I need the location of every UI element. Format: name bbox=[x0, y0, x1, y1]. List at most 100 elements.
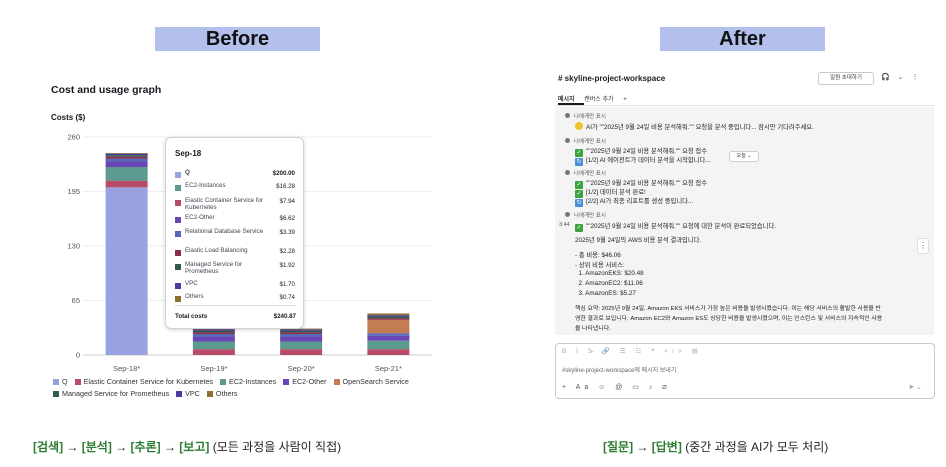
visibility-note: 나에게만 표시 bbox=[565, 137, 606, 145]
bar-segment bbox=[367, 318, 410, 320]
legend-swatch bbox=[333, 379, 340, 385]
chart-tooltip: Sep-18 Q $200.00 EC2-Instances $16.28 Elasti… bbox=[165, 137, 304, 329]
composer-actions[interactable]: + Aa ☺ @ ▭ ♪ ⧄ bbox=[562, 383, 671, 392]
message-timestamp[interactable]: 3:44 bbox=[559, 222, 570, 228]
message-text: 나에게만 표시 bbox=[574, 171, 606, 177]
tooltip-title: Sep-18 bbox=[175, 149, 202, 158]
caption-step: [추론] bbox=[130, 440, 161, 454]
y-tick-label: 65 bbox=[72, 296, 80, 305]
tooltip-row-value: $3.39 bbox=[279, 229, 295, 236]
invite-member-button[interactable]: 일원 초대하기 bbox=[818, 72, 874, 85]
message-text: ""2025년 9월 24일 비용 분석해줘."" 요청에 대한 분석이 완료되… bbox=[586, 223, 776, 230]
tab-messages[interactable]: 메시지 bbox=[558, 94, 575, 103]
bar-segment bbox=[367, 316, 410, 319]
legend-label: Elastic Container Service for Kubernetes bbox=[83, 377, 214, 386]
legend-label: OpenSearch Service bbox=[342, 377, 409, 386]
visibility-note: 나에게만 표시 bbox=[565, 169, 606, 177]
message-composer[interactable]: B I S̶ 🔗 ☰ ☷ ❝ </> ▤ #skyline-project-wo… bbox=[555, 343, 935, 399]
bar-segment bbox=[192, 332, 235, 335]
send-icon[interactable]: ➤ ⌄ bbox=[908, 383, 922, 391]
report-line: - 상위 비용 서비스: bbox=[575, 262, 625, 269]
header-icons[interactable]: 🎧 ⌄ ⋮ bbox=[881, 73, 921, 81]
bar-segment bbox=[105, 153, 148, 154]
legend-item[interactable]: Managed Service for Prometheus bbox=[53, 389, 169, 398]
tooltip-row-value: $0.74 bbox=[279, 294, 295, 301]
series-swatch bbox=[175, 231, 181, 237]
report-title: 2025년 9월 24일의 AWS 비용 분석 결과입니다. bbox=[575, 237, 702, 244]
visibility-note: 나에게만 표시 bbox=[565, 112, 606, 120]
y-tick-label: 195 bbox=[67, 187, 80, 196]
tooltip-row-label: Others bbox=[185, 293, 204, 300]
more-options-icon[interactable]: ⋮ bbox=[917, 238, 929, 254]
message-text: AI가 ""2025년 9월 24일 비용 분석해줘."" 요청을 분석 중입니… bbox=[586, 124, 814, 131]
legend-swatch bbox=[74, 379, 81, 385]
legend-label: VPC bbox=[185, 389, 200, 398]
tooltip-row-label: Q bbox=[185, 169, 190, 176]
tab-add[interactable]: + bbox=[623, 97, 627, 103]
tab-add-canvas[interactable]: 캔버스 추가 bbox=[584, 94, 613, 103]
bar-segment bbox=[280, 341, 323, 350]
bar-segment bbox=[367, 319, 410, 334]
series-swatch bbox=[175, 172, 181, 178]
caption-note: (모든 과정을 사람이 직접) bbox=[212, 440, 342, 454]
eye-icon bbox=[565, 113, 570, 118]
legend-label: EC2-Instances bbox=[229, 377, 277, 386]
tooltip-total-label: Total costs bbox=[175, 313, 208, 320]
message-text: 나에게만 표시 bbox=[574, 139, 606, 145]
caption-note: (중간 과정을 AI가 모두 처리) bbox=[685, 440, 829, 454]
tooltip-row: Elastic Container Service for Kubernetes… bbox=[175, 197, 295, 211]
series-swatch bbox=[175, 200, 181, 206]
bar-segment bbox=[367, 349, 410, 355]
tooltip-row-value: $200.00 bbox=[272, 170, 295, 177]
message-text: [1/2] 데이터 분석 완료! bbox=[586, 189, 646, 196]
series-swatch bbox=[175, 283, 181, 289]
message-text: [1/2] AI 에이전트가 데이터 분석을 시작합니다... bbox=[586, 157, 711, 164]
legend-item[interactable]: VPC bbox=[176, 389, 200, 398]
tooltip-row-label: VPC bbox=[185, 280, 198, 287]
legend-item[interactable]: Others bbox=[206, 389, 237, 398]
tooltip-row-value: $1.92 bbox=[279, 262, 295, 269]
formatting-toolbar[interactable]: B I S̶ 🔗 ☰ ☷ ❝ </> ▤ bbox=[562, 347, 702, 355]
message-input[interactable]: #skyline-project-workspace에 메시지 보내기 bbox=[562, 365, 676, 374]
legend-label: Q bbox=[62, 377, 68, 386]
message-text: ""2025년 9월 24일 비용 분석해줘."" 요청 접수 bbox=[586, 148, 708, 155]
eye-icon bbox=[565, 170, 570, 175]
message-line: AI가 ""2025년 9월 24일 비용 분석해줘."" 요청을 분석 중입니… bbox=[575, 122, 814, 131]
summary-line: 핵심 요약: 2025년 9월 24일, Amazon EKS 서비스가 가장 … bbox=[575, 306, 881, 312]
bar-segment bbox=[105, 156, 148, 159]
y-axis-title: Costs ($) bbox=[51, 113, 86, 122]
bar-segment bbox=[105, 155, 148, 157]
message-line: ✓ ""2025년 9월 24일 비용 분석해줘."" 요청에 대한 분석이 완료… bbox=[575, 221, 776, 232]
thinking-face-icon bbox=[575, 122, 583, 130]
refresh-icon: ↻ bbox=[575, 158, 583, 166]
arrow-icon: → bbox=[115, 440, 128, 454]
message-text: [2/2] AI가 최종 리포트를 생성 중입니다... bbox=[586, 198, 694, 205]
tooltip-row: EC2-Other $6.62 bbox=[175, 214, 295, 228]
tooltip-row-label: EC2-Instances bbox=[185, 182, 226, 189]
summary-line: 을 나타냅니다. bbox=[575, 326, 611, 332]
bar-segment bbox=[105, 180, 148, 188]
legend-label: Managed Service for Prometheus bbox=[62, 389, 170, 398]
after-banner: After bbox=[660, 27, 825, 51]
caption-step: [분석] bbox=[81, 440, 112, 454]
legend-item[interactable]: OpenSearch Service bbox=[333, 377, 409, 386]
report-line: 3. AmazonES: $5.27 bbox=[575, 290, 636, 297]
tooltip-row-value: $1.70 bbox=[279, 281, 295, 288]
legend-item[interactable]: EC2-Instances bbox=[220, 377, 276, 386]
legend-item[interactable]: EC2-Other bbox=[283, 377, 327, 386]
bar-segment bbox=[105, 158, 148, 162]
legend-swatch bbox=[283, 379, 290, 385]
y-tick-label: 260 bbox=[67, 133, 80, 142]
bar-segment bbox=[192, 336, 235, 342]
slack-window: # skyline-project-workspace 일원 초대하기 🎧 ⌄ … bbox=[555, 66, 935, 399]
tooltip-row-value: $16.28 bbox=[276, 183, 295, 190]
legend-item[interactable]: Q bbox=[53, 377, 68, 386]
date-pill[interactable]: 오늘 ⌄ bbox=[729, 151, 759, 162]
legend-swatch bbox=[53, 379, 59, 385]
legend-swatch bbox=[53, 391, 59, 397]
legend-item[interactable]: Elastic Container Service for Kubernetes bbox=[74, 377, 214, 386]
channel-name[interactable]: # skyline-project-workspace bbox=[558, 74, 665, 83]
summary-line: 영한 결과로 보입니다. Amazon EC2와 Amazon ES도 상당한 … bbox=[575, 316, 883, 322]
bar-segment bbox=[280, 332, 323, 335]
tooltip-row: Relational Database Service $3.39 bbox=[175, 228, 295, 242]
